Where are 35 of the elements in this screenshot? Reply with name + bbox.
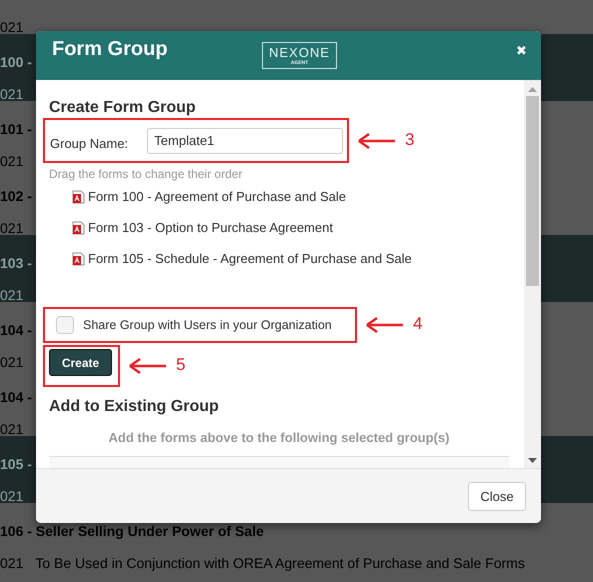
group-name-label: Group Name: [50,136,130,151]
form-date: 021 [0,287,24,303]
form-item[interactable]: Form 100 - Agreement of Purchase and Sale [88,189,346,204]
form-date: 021 [0,86,24,102]
form-date: 021 [0,354,24,370]
form-description: To Be Used in Conjunction with OREA Agreement of Purchase and Sale Forms [35,555,525,571]
create-button[interactable]: Create [49,349,112,376]
form-title: 102 - [0,188,32,204]
form-title: 104 - [0,389,32,405]
group-name-field[interactable]: Template1 [147,128,343,154]
dialog-title: Form Group [52,37,169,61]
section-heading: Add to Existing Group [49,398,220,416]
annotation-number: 5 [176,355,186,375]
form-title: 104 - [0,322,32,338]
section-heading: Create Form Group [49,99,197,117]
form-title: 106 - Seller Selling Under Power of Sale [0,523,264,539]
share-label: Share Group with Users in your Organization [83,318,332,332]
form-title: 100 - [0,54,32,70]
instruction-text: Add the forms above to the following selected group(s) [108,430,450,445]
form-item[interactable]: Form 103 - Option to Purchase Agreement [88,220,333,235]
close-button[interactable]: Close [468,482,526,510]
hint-text: Drag the forms to change their order [49,167,244,181]
annotation-number: 4 [413,314,422,334]
form-date: 021 [0,220,24,236]
form-list-row[interactable]: 021 [0,0,593,34]
form-date: 021 [0,555,24,571]
form-title: 101 - [0,121,32,137]
form-date: 021 [0,488,24,504]
form-item[interactable]: Form 105 - Schedule - Agreement of Purchase and Sale [88,251,412,266]
form-date: 021 [0,19,24,35]
form-title: 103 - [0,255,32,271]
annotation-number: 3 [405,130,414,150]
form-title: 105 - [0,456,32,472]
form-date: 021 [0,153,24,169]
form-date: 021 [0,421,24,437]
